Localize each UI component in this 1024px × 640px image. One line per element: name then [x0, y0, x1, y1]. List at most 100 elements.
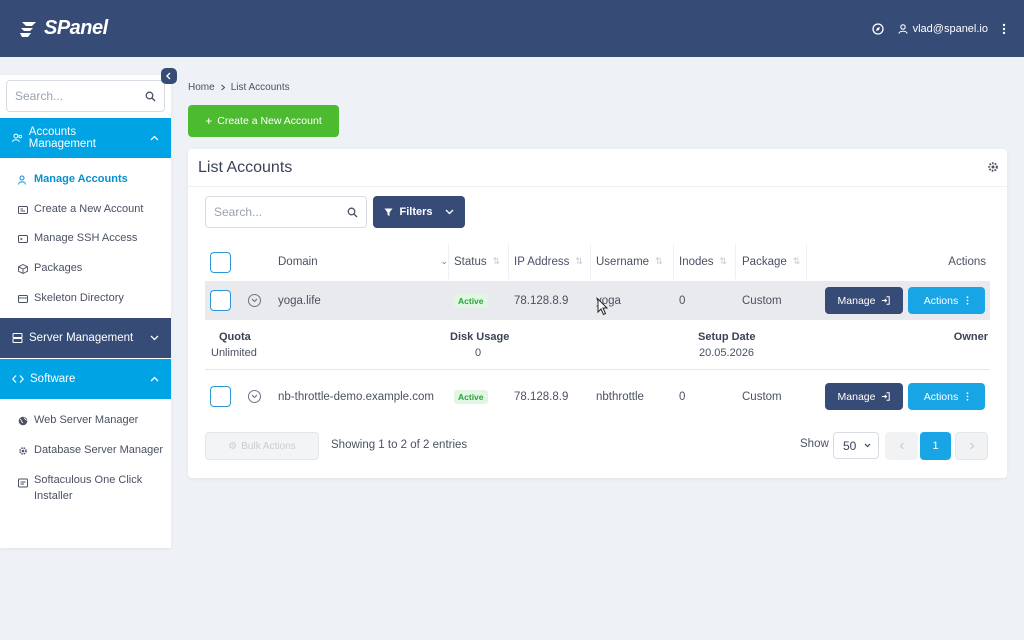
actions-button[interactable]: Actions	[908, 287, 985, 314]
sidebar-item-web-server-manager[interactable]: Web Server Manager	[18, 414, 138, 426]
row-checkbox[interactable]	[210, 386, 231, 407]
filter-icon	[384, 208, 393, 216]
gear-icon	[19, 447, 27, 455]
terminal-icon	[18, 235, 28, 243]
sidebar-section-label: Server Management	[29, 332, 134, 344]
sidebar-search-placeholder: Search...	[15, 89, 64, 103]
sort-icon: ⇅	[492, 256, 501, 266]
mouse-cursor-icon	[597, 298, 609, 316]
sidebar-item-ssh-access[interactable]: Manage SSH Access	[18, 232, 137, 244]
column-domain[interactable]: Domain ⌄	[278, 244, 448, 279]
sidebar-collapse-button[interactable]	[161, 68, 177, 84]
create-account-button[interactable]: + Create a New Account	[188, 105, 339, 137]
collapse-row-icon[interactable]	[248, 294, 261, 307]
cell-status: Active	[454, 281, 488, 320]
sidebar-item-label: Database Server Manager	[34, 444, 164, 456]
manage-label: Manage	[837, 390, 876, 403]
sidebar-item-label: Manage SSH Access	[34, 232, 138, 244]
sidebar-item-label-line2: Installer	[34, 490, 73, 502]
column-status[interactable]: Status ⇅	[454, 244, 500, 279]
cell-package: Custom	[742, 390, 782, 403]
quota-label: Quota	[219, 331, 251, 343]
settings-gear-icon[interactable]	[987, 161, 999, 173]
manage-button[interactable]: Manage	[825, 287, 903, 314]
chevron-down-icon	[445, 209, 453, 215]
column-actions-label: Actions	[948, 255, 986, 268]
sidebar-item-skeleton-directory[interactable]: Skeleton Directory	[18, 292, 124, 304]
pagination-page[interactable]: 1	[920, 432, 951, 460]
column-package[interactable]: Package ⇅	[742, 244, 800, 279]
pagination-prev[interactable]	[885, 432, 918, 460]
column-ip[interactable]: IP Address ⇅	[514, 244, 583, 279]
actions-label: Actions	[923, 390, 959, 403]
kebab-menu-icon[interactable]	[1002, 23, 1006, 35]
setup-date-label: Setup Date	[698, 331, 756, 343]
sort-desc-icon: ⌄	[440, 256, 448, 266]
bulk-actions-button[interactable]: ⚙ Bulk Actions	[205, 432, 319, 460]
column-username[interactable]: Username ⇅	[596, 244, 663, 279]
id-card-icon	[18, 206, 28, 214]
create-account-label: Create a New Account	[217, 115, 322, 127]
globe-icon	[18, 416, 28, 426]
search-icon	[347, 207, 358, 217]
actions-label: Actions	[923, 294, 959, 307]
table-header: Domain ⌄ Status ⇅ IP Address ⇅ Username …	[205, 244, 990, 279]
setup-date-value: 20.05.2026	[699, 347, 755, 359]
sidebar-item-create-account[interactable]: Create a New Account	[18, 203, 143, 215]
row-checkbox[interactable]	[210, 290, 231, 311]
cell-domain[interactable]: yoga.life	[278, 281, 321, 320]
owner-label: Owner	[953, 331, 988, 343]
users-icon	[12, 133, 23, 143]
cell-domain[interactable]: nb-throttle-demo.example.com	[278, 377, 434, 416]
disk-usage-value: 0	[475, 347, 482, 359]
sidebar-section-server[interactable]: Server Management	[0, 318, 171, 358]
page-size-select[interactable]: 50	[833, 432, 879, 459]
sidebar-item-label: Manage Accounts	[34, 173, 128, 185]
kebab-icon	[966, 392, 969, 401]
breadcrumb-home[interactable]: Home	[188, 82, 215, 93]
status-badge: Active	[454, 389, 488, 404]
sidebar-item-softaculous[interactable]: Softaculous One Click Installer	[18, 472, 142, 504]
chevron-down-icon	[864, 443, 871, 448]
compass-icon[interactable]	[871, 22, 884, 35]
folder-icon	[18, 295, 28, 303]
sidebar-item-database-server-manager[interactable]: Database Server Manager	[18, 444, 163, 456]
cell-package: Custom	[742, 294, 782, 307]
user-menu[interactable]: vlad@spanel.io	[898, 23, 988, 35]
sidebar-item-label: Packages	[34, 262, 83, 274]
sidebar-item-manage-accounts[interactable]: Manage Accounts	[18, 173, 128, 185]
expand-row-icon[interactable]	[248, 390, 261, 403]
sidebar-section-software[interactable]: Software	[0, 359, 171, 399]
plus-icon: +	[205, 114, 213, 128]
user-icon	[898, 23, 908, 34]
sidebar-section-accounts[interactable]: Accounts Management	[0, 118, 171, 158]
select-all-checkbox[interactable]	[210, 252, 231, 273]
sidebar-item-label: Web Server Manager	[34, 414, 139, 426]
column-inodes[interactable]: Inodes ⇅	[679, 244, 727, 279]
sidebar-item-label: Create a New Account	[34, 203, 144, 215]
sidebar-search-input[interactable]: Search...	[6, 80, 165, 112]
breadcrumb-current: List Accounts	[230, 82, 290, 93]
quota-value: Unlimited	[211, 347, 257, 359]
table-search-placeholder: Search...	[214, 205, 263, 219]
column-package-label: Package	[742, 255, 787, 268]
logo[interactable]: SPanel	[18, 17, 108, 40]
pagination-next[interactable]	[955, 432, 988, 460]
filters-label: Filters	[399, 206, 433, 218]
column-inodes-label: Inodes	[679, 255, 714, 268]
cell-status: Active	[454, 377, 488, 416]
manage-button[interactable]: Manage	[825, 383, 903, 410]
installer-icon	[18, 478, 28, 488]
filters-button[interactable]: Filters	[373, 196, 465, 228]
table-row[interactable]: nb-throttle-demo.example.com Active 78.1…	[205, 377, 990, 416]
spanel-logo-icon	[20, 21, 36, 37]
users-icon	[18, 175, 26, 185]
actions-button[interactable]: Actions	[908, 383, 985, 410]
column-domain-label: Domain	[278, 255, 318, 268]
status-badge: Active	[454, 293, 488, 308]
sidebar-item-packages[interactable]: Packages	[18, 262, 82, 274]
cell-inodes: 0	[679, 390, 686, 403]
table-search-input[interactable]: Search...	[205, 196, 367, 228]
sidebar: Search... Accounts Management Manage Acc…	[0, 75, 171, 548]
sidebar-section-label: Accounts Management	[28, 126, 96, 150]
